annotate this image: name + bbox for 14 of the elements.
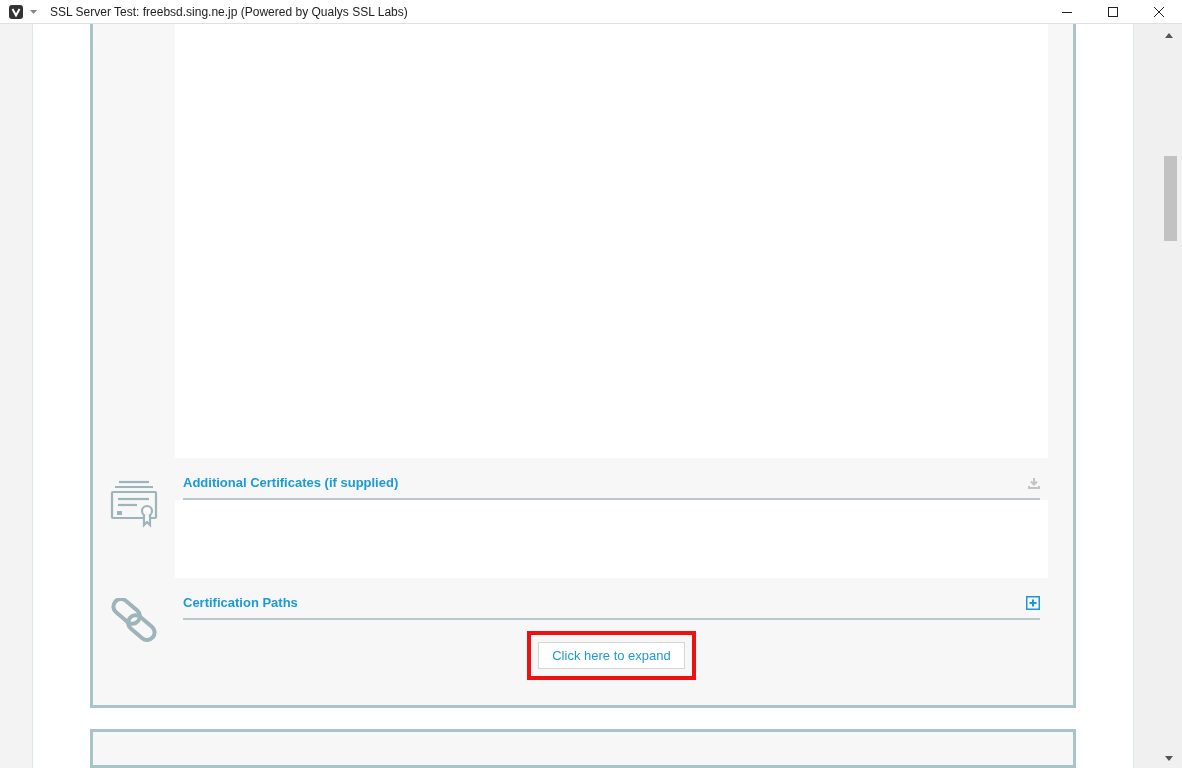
window-title: SSL Server Test: freebsd.sing.ne.jp (Powered by Qualys SSL Labs): [50, 3, 408, 21]
certificate-icon: [109, 478, 159, 528]
dropdown-caret-icon[interactable]: [30, 9, 37, 14]
expand-plus-icon[interactable]: [1026, 596, 1040, 610]
scrollbar-thumb[interactable]: [1164, 156, 1177, 241]
close-icon[interactable]: [1153, 5, 1165, 18]
section-title: Additional Certificates (if supplied): [183, 474, 399, 493]
chain-link-icon: [109, 598, 159, 642]
maximize-icon[interactable]: [1107, 5, 1119, 18]
expand-button[interactable]: Click here to expand: [538, 642, 685, 669]
scroll-down-arrow-icon[interactable]: [1165, 756, 1173, 761]
section-title: Certification Paths: [183, 594, 298, 613]
browser-logo-icon[interactable]: [9, 4, 23, 19]
scroll-up-arrow-icon[interactable]: [1165, 33, 1173, 38]
